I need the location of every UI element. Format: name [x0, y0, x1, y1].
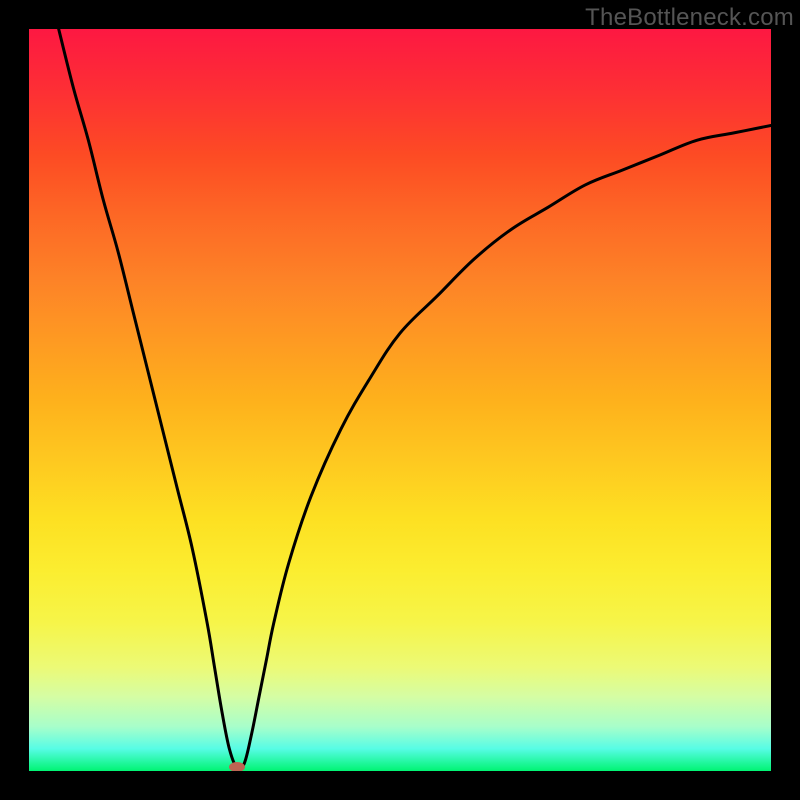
watermark-text: TheBottleneck.com: [585, 4, 794, 32]
bottleneck-minimum-marker: [229, 762, 245, 771]
bottleneck-curve: [29, 29, 771, 771]
chart-plot-area: [29, 29, 771, 771]
